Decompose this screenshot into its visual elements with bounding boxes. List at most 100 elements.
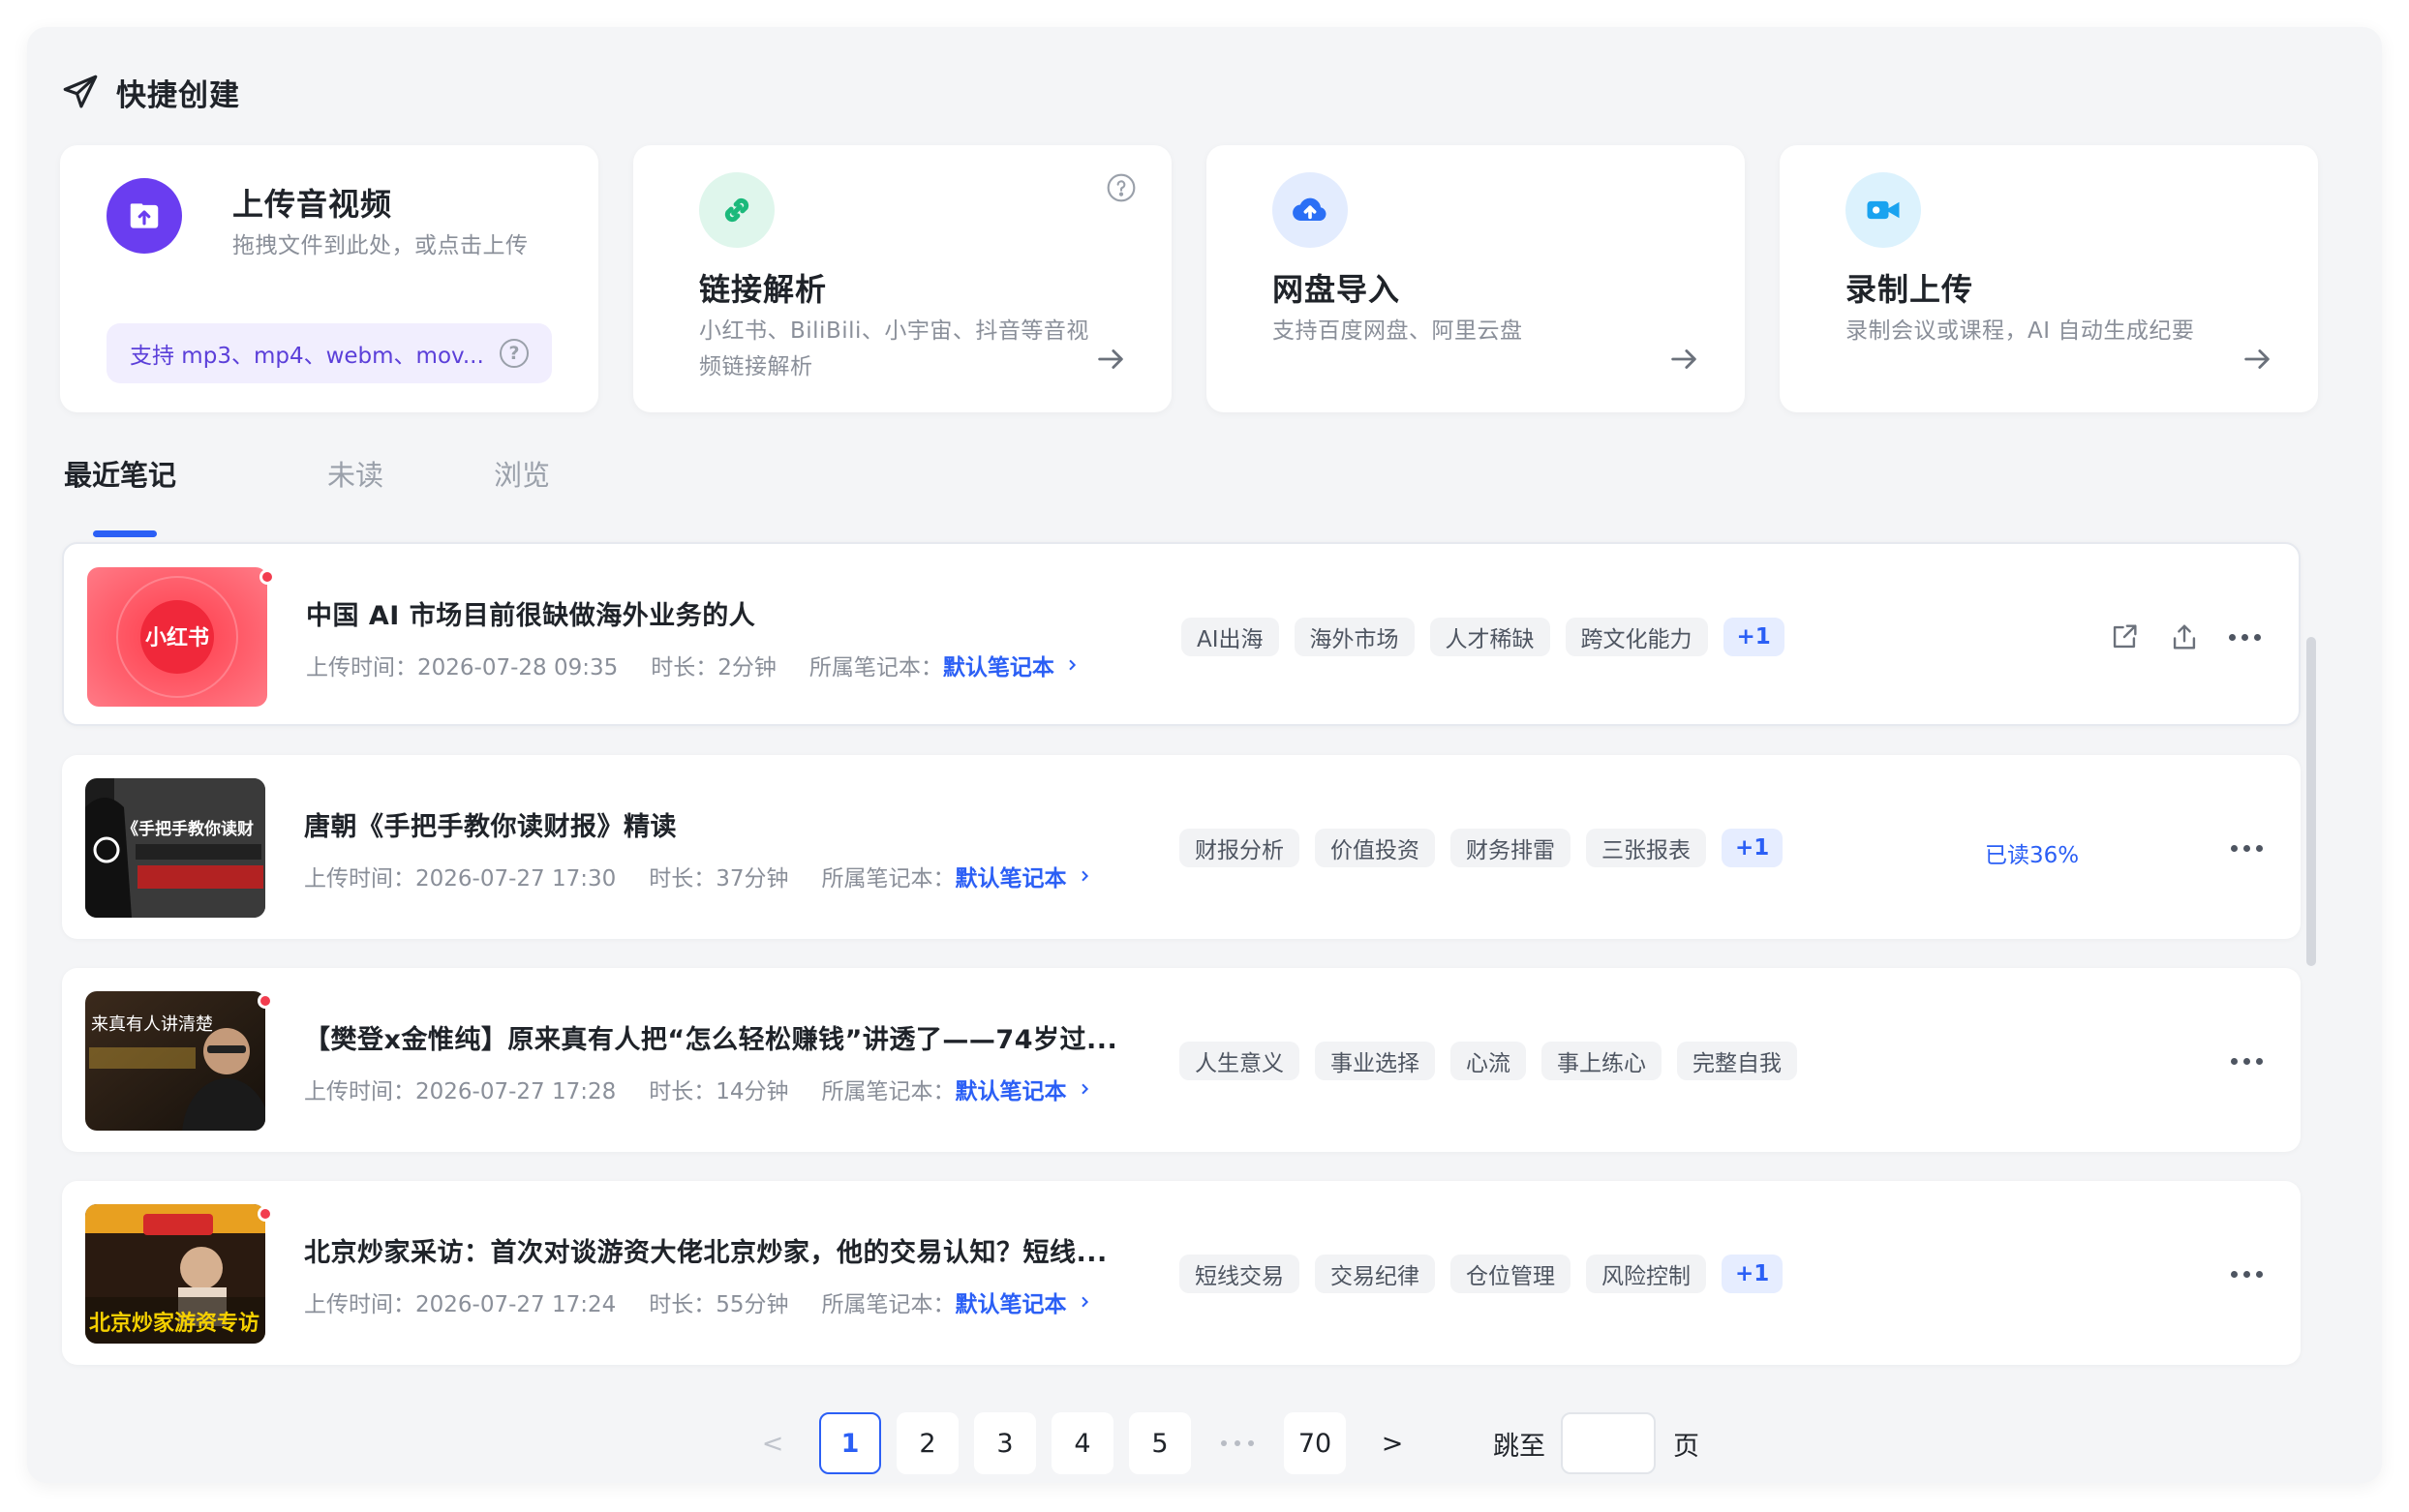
tag[interactable]: 价值投资 [1315, 829, 1435, 867]
page-button-5[interactable]: 5 [1129, 1412, 1191, 1474]
page-button-4[interactable]: 4 [1052, 1412, 1113, 1474]
tag[interactable]: 人才稀缺 [1429, 618, 1550, 656]
more-icon [2230, 844, 2263, 852]
tag[interactable]: 风险控制 [1586, 1255, 1706, 1293]
main-panel: 快捷创建 上传音视频 拖拽文件到此处，或点击上传 支持 mp3、mp4、webm… [27, 27, 2382, 1483]
note-actions [2208, 827, 2268, 869]
unread-dot [258, 993, 273, 1009]
unread-dot [259, 569, 275, 585]
note-thumbnail[interactable]: 北京炒家游资专访 [85, 1204, 265, 1344]
tag[interactable]: 财报分析 [1179, 829, 1299, 867]
upload-time: 上传时间：2026-07-27 17:24 [304, 1292, 617, 1317]
help-icon[interactable]: ? [500, 339, 529, 368]
tag[interactable]: 交易纪律 [1315, 1255, 1435, 1293]
upload-time: 上传时间：2026-07-28 09:35 [306, 655, 619, 680]
tag[interactable]: 财务排雷 [1450, 829, 1570, 867]
notebook-label: 所属笔记本： [808, 655, 943, 680]
more-options-button[interactable] [2223, 616, 2266, 658]
tag[interactable]: 事业选择 [1315, 1042, 1435, 1080]
tag[interactable]: 仓位管理 [1450, 1255, 1570, 1293]
active-tab-indicator [93, 530, 157, 537]
help-icon[interactable] [1106, 172, 1137, 203]
more-options-button[interactable] [2225, 1040, 2268, 1082]
video-camera-icon [1845, 172, 1921, 248]
note-tags: 短线交易 交易纪律 仓位管理 风险控制 +1 [1179, 1255, 1798, 1293]
record-upload-card[interactable]: 录制上传 录制会议或课程，AI 自动生成纪要 [1780, 145, 2318, 412]
note-item[interactable]: 来真有人讲清楚 【樊登x金惟纯】原来真有人把“怎么轻松赚钱”讲透了——74岁过.… [62, 968, 2301, 1152]
card-title: 上传音视频 [232, 186, 393, 223]
prev-page-button[interactable]: < [742, 1412, 804, 1474]
card-desc: 小红书、BiliBili、小宇宙、抖音等音视频链接解析 [699, 318, 1089, 379]
arrow-right-icon[interactable] [1094, 343, 1127, 376]
upload-av-card[interactable]: 上传音视频 拖拽文件到此处，或点击上传 支持 mp3、mp4、webm、mov.… [60, 145, 598, 412]
arrow-right-icon[interactable] [1667, 343, 1700, 376]
arrow-right-icon[interactable] [2241, 343, 2273, 376]
note-actions [2208, 1253, 2268, 1295]
tab-browse[interactable]: 浏览 [494, 453, 550, 494]
tag[interactable]: 海外市场 [1294, 618, 1415, 656]
page-button-2[interactable]: 2 [897, 1412, 959, 1474]
tag[interactable]: 跨文化能力 [1565, 618, 1708, 656]
tag[interactable]: AI出海 [1181, 618, 1279, 656]
more-tags-badge[interactable]: +1 [1723, 618, 1784, 656]
list-scrollbar[interactable] [2306, 637, 2316, 966]
note-item[interactable]: 《手把手教你读财 唐朝《手把手教你读财报》精读 上传时间：2026-07-27 … [62, 755, 2301, 939]
tab-recent-notes[interactable]: 最近笔记 [64, 453, 176, 494]
thumb-text: 小红书 [145, 625, 209, 650]
note-item[interactable]: 北京炒家游资专访 北京炒家采访：首次对谈游资大佬北京炒家，他的交易认知？短线..… [62, 1181, 2301, 1365]
share-icon [2173, 624, 2196, 650]
tag[interactable]: 三张报表 [1586, 829, 1706, 867]
note-thumbnail[interactable]: 来真有人讲清楚 [85, 991, 265, 1131]
next-page-button[interactable]: > [1361, 1412, 1423, 1474]
notebook-link[interactable]: 默认笔记本 [956, 1073, 1092, 1105]
note-title[interactable]: 唐朝《手把手教你读财报》精读 [304, 805, 677, 843]
upload-folder-icon [107, 178, 182, 254]
cloud-upload-icon [1272, 172, 1348, 248]
tag[interactable]: 心流 [1450, 1042, 1526, 1080]
cloud-import-card[interactable]: 网盘导入 支持百度网盘、阿里云盘 [1206, 145, 1745, 412]
pagination-ellipsis[interactable] [1206, 1440, 1268, 1446]
read-progress: 已读36% [1985, 843, 2080, 868]
thumb-text: 北京炒家游资专访 [89, 1311, 259, 1336]
note-meta: 上传时间：2026-07-27 17:30 时长：37分钟 所属笔记本： 默认笔… [304, 860, 1092, 892]
tag[interactable]: 人生意义 [1179, 1042, 1299, 1080]
tag[interactable]: 短线交易 [1179, 1255, 1299, 1293]
notebook-name: 默认笔记本 [955, 1292, 1067, 1317]
page-suffix: 页 [1673, 1431, 1699, 1462]
link-parse-card[interactable]: 链接解析 小红书、BiliBili、小宇宙、抖音等音视频链接解析 [633, 145, 1172, 412]
notebook-link[interactable]: 默认笔记本 [956, 1285, 1092, 1318]
share-button[interactable] [2163, 616, 2206, 658]
quick-create-header: 快捷创建 [60, 68, 240, 116]
chevron-right-icon [1081, 1296, 1088, 1308]
note-title[interactable]: 中国 AI 市场目前很缺做海外业务的人 [306, 594, 755, 632]
notebook-label: 所属笔记本： [821, 866, 956, 892]
more-tags-badge[interactable]: +1 [1722, 829, 1784, 867]
supported-formats-text: 支持 mp3、mp4、webm、mov... [130, 344, 484, 369]
note-actions [2086, 616, 2266, 658]
tag[interactable]: 事上练心 [1541, 1042, 1662, 1080]
card-title: 网盘导入 [1272, 271, 1401, 308]
note-item[interactable]: 小红书 中国 AI 市场目前很缺做海外业务的人 上传时间：2026-07-28 … [62, 542, 2301, 726]
link-icon [699, 172, 775, 248]
open-external-button[interactable] [2103, 616, 2146, 658]
more-options-button[interactable] [2225, 1253, 2268, 1295]
jump-label: 跳至 [1493, 1431, 1545, 1462]
note-title[interactable]: 【樊登x金惟纯】原来真有人把“怎么轻松赚钱”讲透了——74岁过... [304, 1018, 1117, 1056]
note-title[interactable]: 北京炒家采访：首次对谈游资大佬北京炒家，他的交易认知？短线... [304, 1231, 1108, 1269]
note-thumbnail[interactable]: 小红书 [87, 567, 267, 707]
duration: 时长：14分钟 [649, 1079, 789, 1104]
page-button-3[interactable]: 3 [974, 1412, 1036, 1474]
page-jump-input[interactable] [1561, 1412, 1656, 1474]
note-thumbnail[interactable]: 《手把手教你读财 [85, 778, 265, 918]
section-title: 快捷创建 [116, 77, 240, 113]
more-options-button[interactable] [2225, 827, 2268, 869]
page-button-1[interactable]: 1 [819, 1412, 881, 1474]
notebook-link[interactable]: 默认笔记本 [943, 649, 1080, 681]
duration: 时长：55分钟 [649, 1292, 789, 1317]
more-tags-badge[interactable]: +1 [1722, 1255, 1784, 1293]
page-button-last[interactable]: 70 [1284, 1412, 1346, 1474]
notebook-link[interactable]: 默认笔记本 [956, 860, 1092, 892]
card-title: 链接解析 [699, 271, 828, 308]
tab-unread[interactable]: 未读 [327, 453, 383, 494]
tag[interactable]: 完整自我 [1677, 1042, 1797, 1080]
